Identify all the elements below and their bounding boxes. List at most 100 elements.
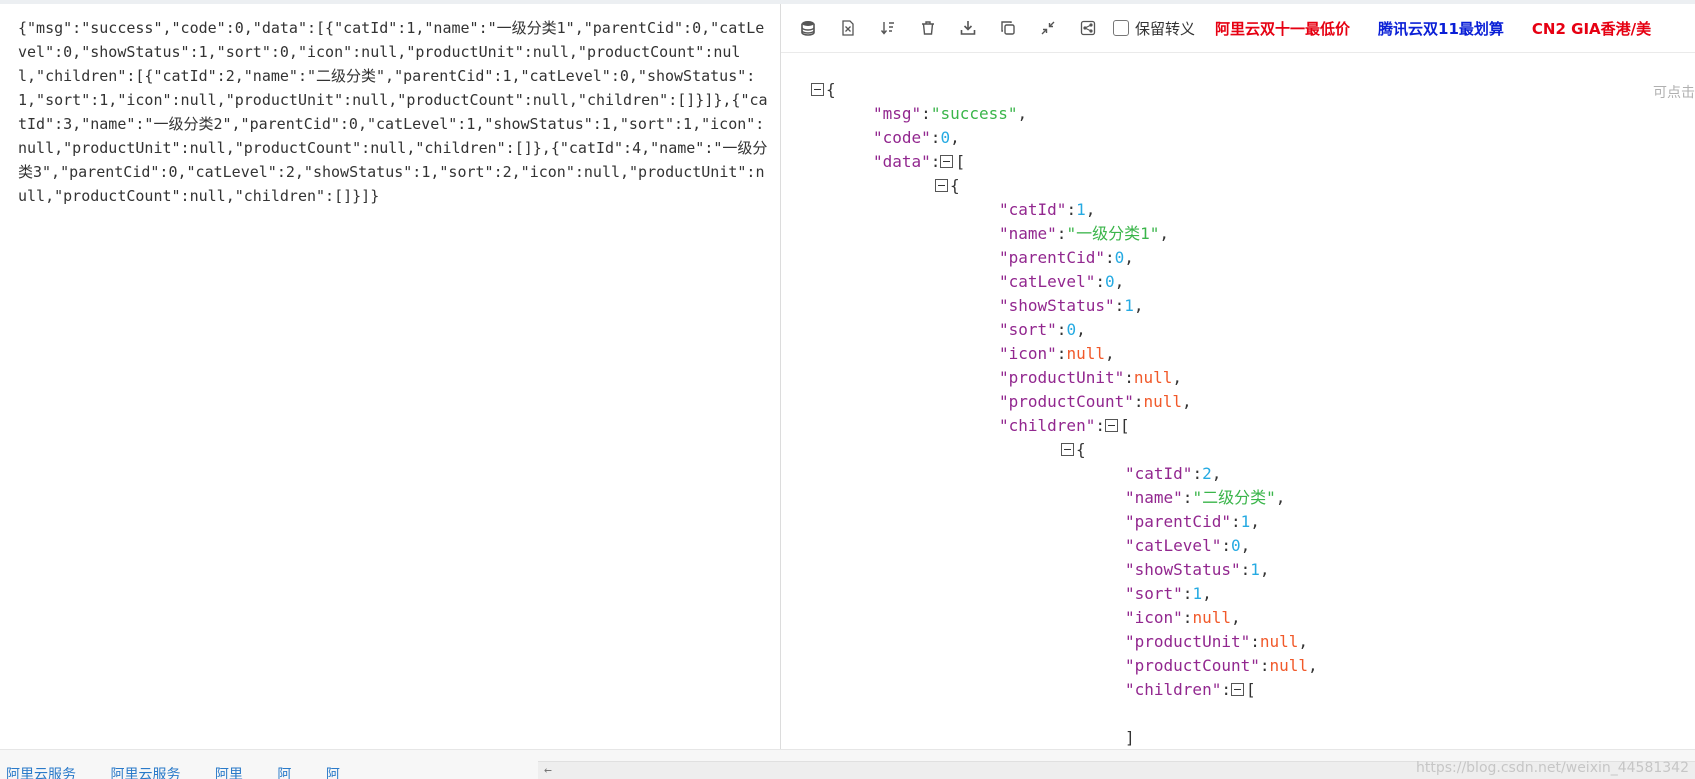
value-name: "一级分类1" [1066,224,1160,243]
compress-icon[interactable] [1039,19,1057,37]
tree-line-showStatus: "showStatus":1, [999,296,1144,315]
key-sort: "sort" [999,320,1057,339]
key-children: "children" [1125,680,1222,699]
tree-line-child-open: { [811,438,1681,462]
tree-line-child-parentCid: "parentCid":1, [1125,512,1260,531]
collapse-icon[interactable] [1230,683,1244,696]
key-productCount: "productCount" [999,392,1134,411]
tree-line-parentCid: "parentCid":0, [999,248,1134,267]
collapse-icon[interactable] [935,179,948,192]
database-icon[interactable] [799,19,817,37]
key-parentCid: "parentCid" [999,248,1105,267]
value-catId: 1 [1076,200,1086,219]
value-productUnit: null [1133,368,1173,387]
tree-line-productUnit: "productUnit":null, [999,368,1183,387]
json-viewer-page: { "msg":"success", "code":0, "data":[ { "catI… [0,0,1695,779]
value-showStatus: 1 [1124,296,1134,315]
value-productCount: null [1269,656,1309,675]
bottom-link-5[interactable]: 阿 [326,767,340,779]
value-sort: 1 [1192,584,1203,603]
json-tree: { "msg":"success", "code":0, "data":[ { … [811,78,1681,749]
sort-icon[interactable] [879,19,897,37]
tree-line-child-children: "children":[ [1125,680,1256,699]
key-productUnit: "productUnit" [1125,632,1251,651]
tree-line-msg: "msg":"success", [873,104,1028,123]
tree-line-catLevel: "catLevel":0, [999,272,1125,291]
tree-line-child-icon: "icon":null, [1125,608,1241,627]
tree-line-sort: "sort":0, [999,320,1086,339]
tree-line-child-catLevel: "catLevel":0, [1125,536,1251,555]
tree-line-productCount: "productCount":null, [999,392,1192,411]
raw-json-text[interactable]: {"msg":"success","code":0,"data":[{"catI… [0,4,780,208]
tree-line-child-sort: "sort":1, [1125,584,1212,603]
excel-icon[interactable] [839,19,857,37]
copy-icon[interactable] [999,19,1017,37]
tree-line-child-name: "name":"二级分类", [1125,488,1286,507]
tree-line-children: "children":[ [999,416,1130,435]
tree-line-close-bracket: ] [1125,728,1135,747]
key-icon: "icon" [1125,608,1183,627]
tree-line-child-catId: "catId":2, [1125,464,1222,483]
key-msg: "msg" [873,104,922,123]
value-showStatus: 1 [1250,560,1260,579]
tree-line-item-open: { [811,174,1681,198]
key-productCount: "productCount" [1125,656,1260,675]
keep-escape-label: 保留转义 [1135,19,1196,38]
tree-line-child-productCount: "productCount":null, [1125,656,1318,675]
value-parentCid: 1 [1240,512,1251,531]
ad-link-cn2[interactable]: CN2 GIA香港/美 [1532,18,1651,39]
key-catId: "catId" [999,200,1067,219]
bottom-link-3[interactable]: 阿里 [215,767,243,779]
keep-escape-checkbox[interactable]: 保留转义 [1113,18,1195,39]
tree-line-empty [811,702,1681,726]
tree-line-child-productUnit: "productUnit":null, [1125,632,1309,651]
bottom-link-1[interactable]: 阿里云服务 [6,767,76,779]
bottom-links: 阿里云服务 阿里云服务 阿里 阿 阿 [6,764,370,779]
bottom-link-4[interactable]: 阿 [277,767,291,779]
collapse-icon[interactable] [811,83,824,96]
trash-icon[interactable] [919,19,937,37]
viewer-toolbar: 保留转义 阿里云双十一最低价 腾讯云双11最划算 CN2 GIA香港/美 [781,4,1695,53]
key-icon: "icon" [999,344,1057,363]
share-icon[interactable] [1079,19,1097,37]
formatted-json-pane: 保留转义 阿里云双十一最低价 腾讯云双11最划算 CN2 GIA香港/美 可点击… [781,4,1695,749]
collapse-icon[interactable] [1104,419,1118,432]
value-msg: "success" [930,104,1018,123]
value-sort: 0 [1066,320,1077,339]
value-code: 0 [940,128,951,147]
tree-root-open: { [811,78,1681,102]
value-parentCid: 0 [1114,248,1125,267]
key-showStatus: "showStatus" [999,296,1115,315]
tree-line-code: "code":0, [873,128,960,147]
key-name: "name" [1125,488,1183,507]
bottom-bar: 阿里云服务 阿里云服务 阿里 阿 阿 ← https://blog.csdn.n… [0,749,1695,779]
raw-json-pane[interactable]: {"msg":"success","code":0,"data":[{"catI… [0,4,781,749]
value-productCount: null [1143,392,1183,411]
key-catLevel: "catLevel" [999,272,1096,291]
key-showStatus: "showStatus" [1125,560,1241,579]
bottom-link-2[interactable]: 阿里云服务 [110,767,180,779]
ad-link-aliyun[interactable]: 阿里云双十一最低价 [1215,18,1350,39]
collapse-icon[interactable] [940,155,954,168]
key-parentCid: "parentCid" [1125,512,1231,531]
key-children: "children" [999,416,1096,435]
tree-line-data: "data":[ [873,152,966,171]
key-catId: "catId" [1125,464,1193,483]
value-name: "二级分类" [1192,488,1276,507]
ad-link-tencent[interactable]: 腾讯云双11最划算 [1378,18,1504,39]
watermark: https://blog.csdn.net/weixin_44581342 [1415,760,1689,776]
scroll-left-arrow-icon[interactable]: ← [544,763,552,778]
download-icon[interactable] [959,19,977,37]
value-catLevel: 0 [1104,272,1115,291]
key-data: "data" [873,152,931,171]
collapse-icon[interactable] [1061,443,1074,456]
key-name: "name" [999,224,1057,243]
tree-line-catId: "catId":1, [999,200,1096,219]
checkbox-box[interactable] [1113,20,1129,36]
key-catLevel: "catLevel" [1125,536,1222,555]
key-productUnit: "productUnit" [999,368,1125,387]
key-sort: "sort" [1125,584,1183,603]
tree-line-child-showStatus: "showStatus":1, [1125,560,1270,579]
value-catLevel: 0 [1230,536,1241,555]
value-icon: null [1066,344,1105,363]
